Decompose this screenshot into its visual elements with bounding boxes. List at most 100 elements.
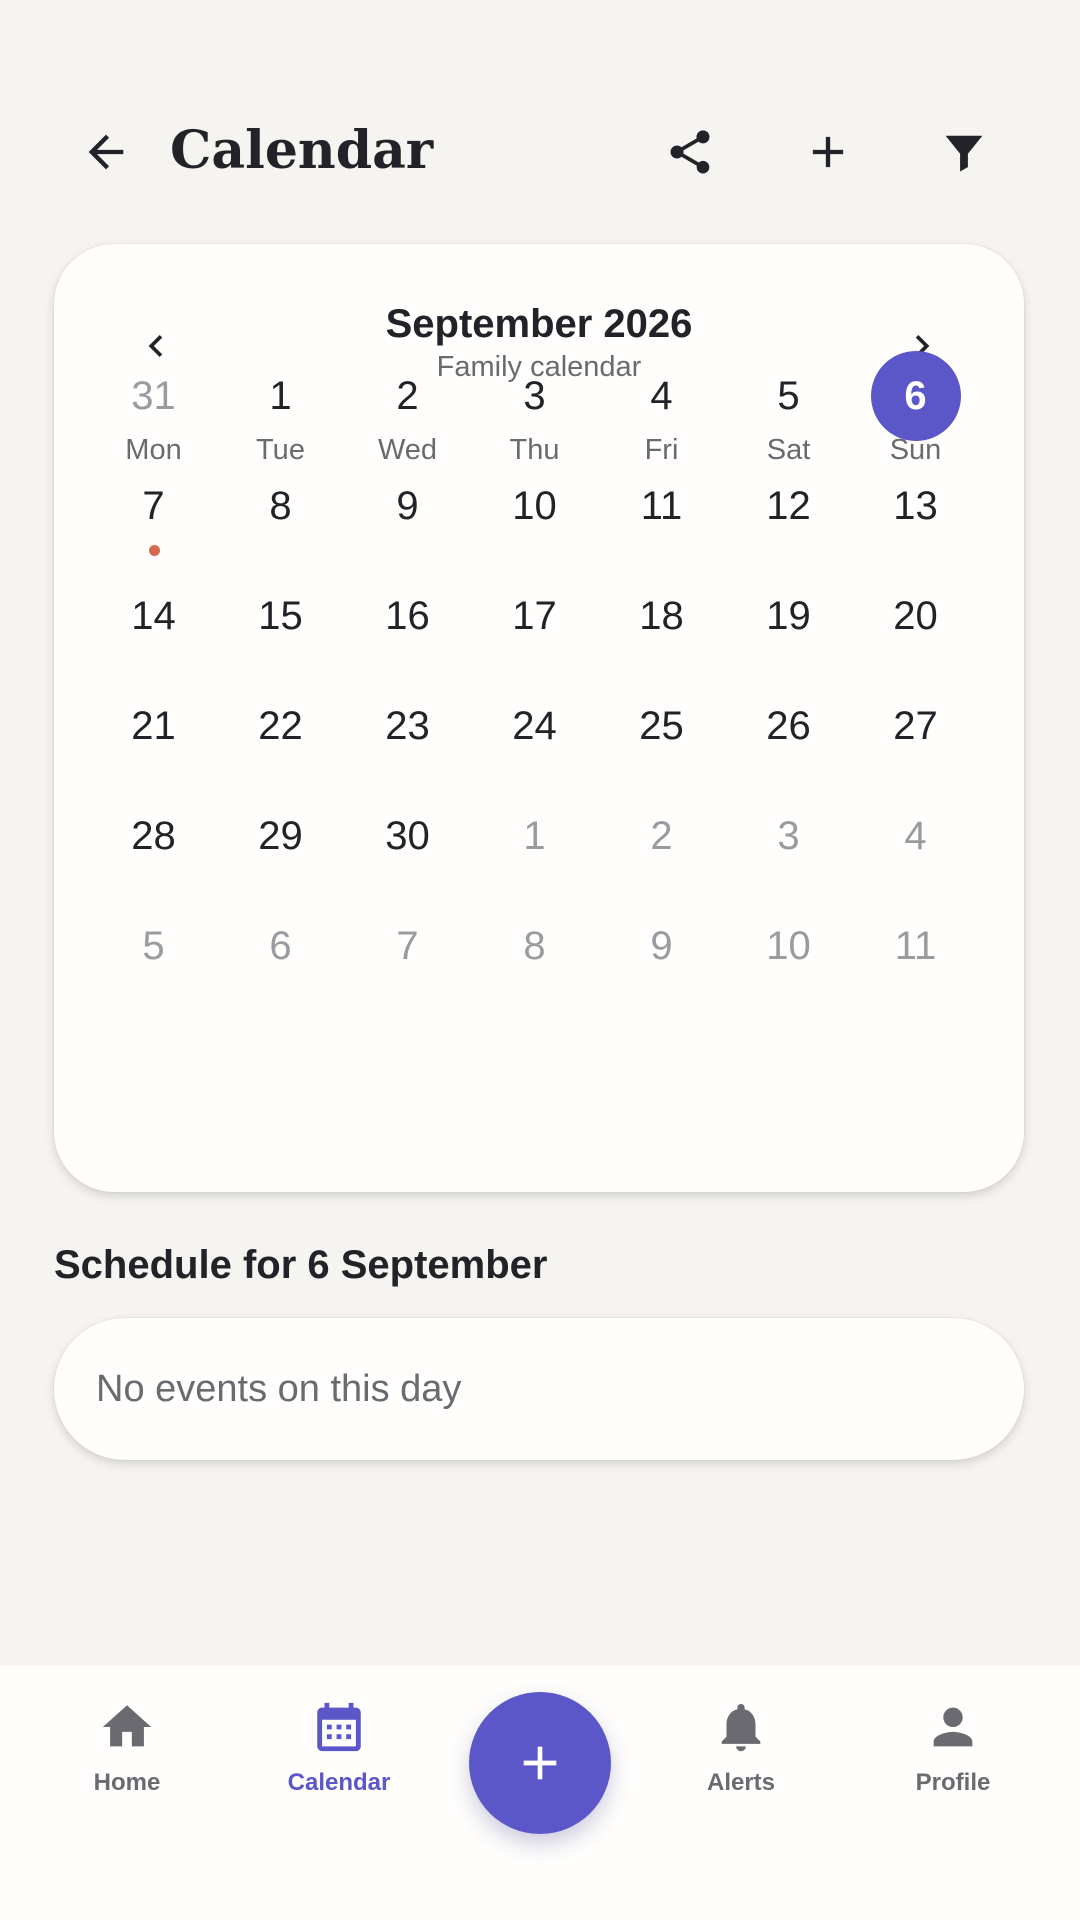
day-cell[interactable]: 5	[725, 341, 852, 451]
day-number: 4	[904, 813, 927, 858]
page-title: Calendar	[170, 120, 434, 181]
day-number: 7	[142, 483, 165, 528]
selected-day-cell[interactable]: 6	[852, 341, 979, 451]
day-cell[interactable]: 30	[344, 781, 471, 891]
week-row: 31 1 2 3 4 5 6	[90, 341, 979, 451]
nav-item-alerts[interactable]: Alerts	[661, 1698, 821, 1808]
day-number: 8	[269, 483, 292, 528]
day-cell[interactable]: 29	[217, 781, 344, 891]
day-number: 2	[396, 373, 419, 418]
schedule-title: Schedule for 6 September	[54, 1243, 548, 1287]
day-number: 20	[893, 593, 938, 638]
day-cell[interactable]: 22	[217, 671, 344, 781]
day-number: 3	[777, 813, 800, 858]
nav-label-home: Home	[93, 1769, 161, 1796]
day-number: 30	[385, 813, 430, 858]
day-cell[interactable]: 4	[852, 781, 979, 891]
day-number: 9	[650, 923, 673, 968]
day-number: 7	[396, 923, 419, 968]
day-cell[interactable]: 4	[598, 341, 725, 451]
day-cell[interactable]: 3	[471, 341, 598, 451]
day-cell[interactable]: 25	[598, 671, 725, 781]
day-cell[interactable]: 10	[471, 451, 598, 561]
day-cell[interactable]: 2	[344, 341, 471, 451]
day-number: 5	[777, 373, 800, 418]
day-number: 9	[396, 483, 419, 528]
person-icon	[933, 1707, 973, 1747]
day-number: 11	[894, 923, 937, 968]
day-cell[interactable]: 3	[725, 781, 852, 891]
add-fab-button[interactable]	[469, 1692, 611, 1834]
day-cell[interactable]: 31	[90, 341, 217, 451]
week-row: 21 22 23 24 25 26 27	[90, 671, 979, 781]
filter-button[interactable]	[924, 112, 1004, 192]
arrow-left-icon	[88, 134, 124, 170]
back-button[interactable]	[66, 112, 146, 192]
nav-item-calendar[interactable]: Calendar	[259, 1698, 419, 1808]
share-icon	[670, 130, 710, 174]
day-number: 25	[639, 703, 684, 748]
day-cell[interactable]: 26	[725, 671, 852, 781]
day-number: 2	[650, 813, 673, 858]
day-number: 6	[269, 923, 292, 968]
nav-label-calendar: Calendar	[287, 1769, 391, 1796]
day-cell[interactable]: 10	[725, 891, 852, 1001]
day-number: 1	[269, 373, 292, 418]
day-cell[interactable]: 5	[90, 891, 217, 1001]
day-cell[interactable]: 8	[471, 891, 598, 1001]
plus-icon	[812, 136, 844, 168]
day-number: 21	[131, 703, 176, 748]
day-number: 22	[258, 703, 303, 748]
day-cell[interactable]: 20	[852, 561, 979, 671]
day-cell[interactable]: 17	[471, 561, 598, 671]
nav-item-profile[interactable]: Profile	[873, 1698, 1033, 1808]
day-cell[interactable]: 7	[90, 451, 217, 561]
day-cell[interactable]: 1	[471, 781, 598, 891]
day-cell[interactable]: 16	[344, 561, 471, 671]
day-number: 6	[870, 351, 961, 441]
day-cell[interactable]: 2	[598, 781, 725, 891]
day-cell[interactable]: 1	[217, 341, 344, 451]
day-number: 10	[512, 483, 557, 528]
day-number: 27	[893, 703, 938, 748]
day-number: 4	[650, 373, 673, 418]
day-cell[interactable]: 24	[471, 671, 598, 781]
day-number: 15	[258, 593, 303, 638]
day-number: 14	[131, 593, 176, 638]
week-row: 7 8 9 10 11 12 13	[90, 451, 979, 561]
share-button[interactable]	[650, 112, 730, 192]
day-cell[interactable]: 15	[217, 561, 344, 671]
day-cell[interactable]: 12	[725, 451, 852, 561]
day-cell[interactable]: 11	[598, 451, 725, 561]
day-cell[interactable]: 19	[725, 561, 852, 671]
empty-state-text: No events on this day	[96, 1368, 462, 1410]
day-cell[interactable]: 27	[852, 671, 979, 781]
day-number: 5	[142, 923, 165, 968]
day-number: 26	[766, 703, 811, 748]
day-cell[interactable]: 7	[344, 891, 471, 1001]
day-number: 8	[523, 923, 546, 968]
day-cell[interactable]: 8	[217, 451, 344, 561]
plus-icon	[523, 1746, 557, 1780]
day-cell[interactable]: 23	[344, 671, 471, 781]
nav-item-home[interactable]: Home	[47, 1698, 207, 1808]
day-number: 10	[766, 923, 811, 968]
day-number: 17	[512, 593, 557, 638]
add-event-button[interactable]	[788, 112, 868, 192]
day-cell[interactable]: 28	[90, 781, 217, 891]
day-cell[interactable]: 21	[90, 671, 217, 781]
day-cell[interactable]: 13	[852, 451, 979, 561]
day-cell[interactable]: 11	[852, 891, 979, 1001]
calendar-icon	[317, 1702, 361, 1752]
day-cell[interactable]: 14	[90, 561, 217, 671]
day-cell[interactable]: 9	[598, 891, 725, 1001]
day-number: 12	[766, 483, 811, 528]
bell-icon	[721, 1704, 761, 1752]
day-cell[interactable]: 6	[217, 891, 344, 1001]
nav-label-profile: Profile	[915, 1769, 991, 1796]
day-cell[interactable]: 9	[344, 451, 471, 561]
day-number: 1	[523, 813, 546, 858]
day-number: 16	[385, 593, 430, 638]
day-cell[interactable]: 18	[598, 561, 725, 671]
week-row: 28 29 30 1 2 3 4	[90, 781, 979, 891]
